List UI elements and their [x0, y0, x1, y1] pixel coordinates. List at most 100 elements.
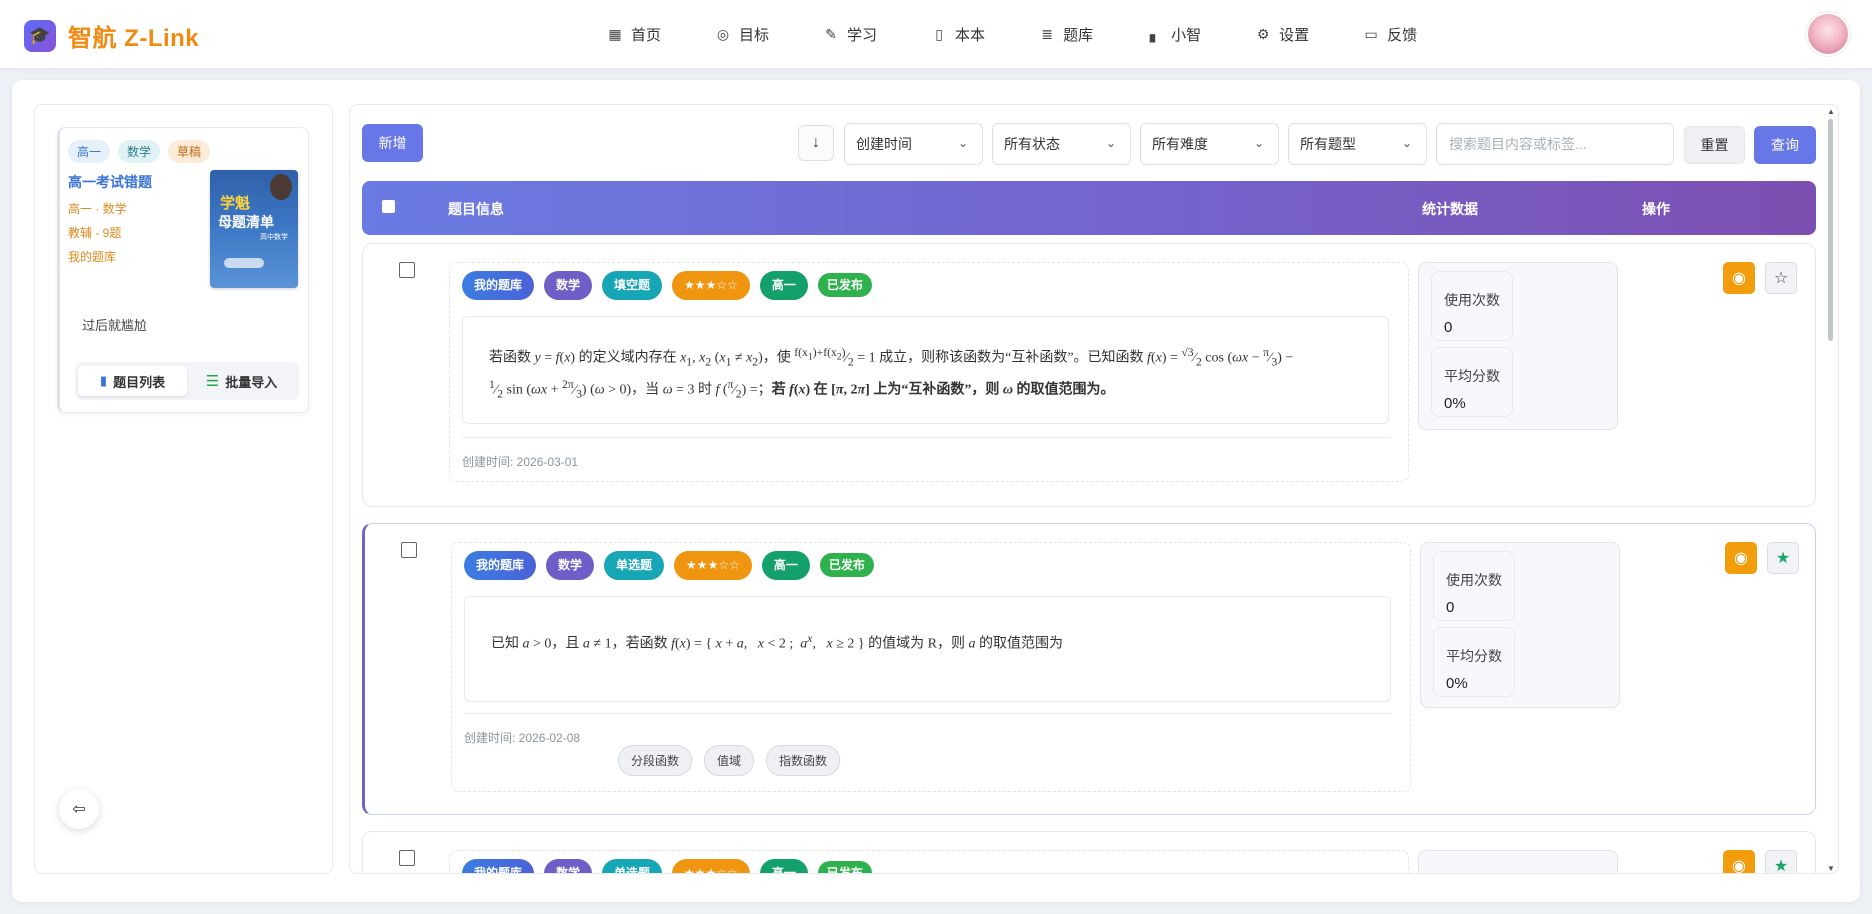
- favorite-button[interactable]: ★: [1767, 542, 1799, 574]
- select-all-checkbox[interactable]: [382, 200, 395, 213]
- view-button[interactable]: ◉: [1723, 850, 1755, 874]
- brand[interactable]: 🎓 智航 Z-Link: [24, 18, 199, 53]
- star-outline-icon: ☆: [1773, 270, 1789, 287]
- question-content: 已知 a > 0，且 a ≠ 1，若函数 f(x) = { x + a, x <…: [464, 596, 1391, 702]
- column-header-info: 题目信息: [448, 201, 504, 217]
- target-icon: ◎: [716, 25, 730, 42]
- stat-value: 0: [1444, 319, 1453, 336]
- select-value: 创建时间: [856, 136, 912, 152]
- add-question-button[interactable]: 新增: [362, 124, 423, 162]
- bank-tag: 我的题库: [462, 271, 535, 300]
- graduation-cap-icon: 🎓: [24, 19, 56, 52]
- grade-tag: 高一: [68, 140, 111, 163]
- tab-question-list[interactable]: ▮ 题目列表: [78, 366, 187, 396]
- grade-tag: 高一: [759, 271, 808, 300]
- nav-label: 目标: [739, 26, 770, 44]
- average-score-stat: 平均分数 0%: [1431, 347, 1513, 417]
- nav-label: 反馈: [1387, 26, 1418, 44]
- scroll-up-icon[interactable]: ▲: [1827, 107, 1835, 116]
- toolbar: 新增 ↓ 创建时间 ⌄ 所有状态 ⌄ 所有难度 ⌄ 所有题型 ⌄ 重置 查询: [362, 123, 1822, 165]
- question-stats: [1418, 850, 1618, 873]
- question-tags: 我的题库 数学 单选题 ★★★☆☆ 高一 已发布: [464, 551, 874, 580]
- search-input[interactable]: [1436, 123, 1674, 165]
- reset-button[interactable]: 重置: [1684, 126, 1745, 164]
- scrollbar-thumb[interactable]: [1828, 119, 1833, 341]
- avatar[interactable]: [1806, 12, 1850, 56]
- chevron-down-icon: ⌄: [1401, 136, 1412, 150]
- row-checkbox[interactable]: [401, 542, 417, 558]
- cover-title: 学魁: [220, 194, 251, 212]
- status-select[interactable]: 所有状态 ⌄: [992, 123, 1131, 165]
- usage-count-stat: 使用次数 0: [1433, 551, 1515, 621]
- notebook-note: 过后就尴尬: [82, 318, 148, 333]
- difficulty-select[interactable]: 所有难度 ⌄: [1140, 123, 1279, 165]
- nav-item-assistant[interactable]: ▖ 小智: [1120, 0, 1228, 68]
- tab-label: 批量导入: [225, 374, 278, 390]
- nav-label: 设置: [1279, 26, 1310, 44]
- question-content: 若函数 y = f(x) 的定义域内存在 x1, x2 (x1 ≠ x2)，使 …: [462, 316, 1389, 424]
- row-checkbox[interactable]: [399, 850, 415, 866]
- tab-batch-import[interactable]: ☰ 批量导入: [187, 366, 296, 396]
- nav-item-home[interactable]: ▦ 首页: [580, 0, 688, 68]
- top-nav-bar: 🎓 智航 Z-Link ▦ 首页 ◎ 目标 ✎ 学习 ▯ 本本 ≣ 题库 ▖ 小智 ⚙ 设置 …: [0, 0, 1872, 68]
- nav-item-settings[interactable]: ⚙ 设置: [1228, 0, 1336, 68]
- arrow-down-icon: ↓: [812, 134, 820, 151]
- column-header-stats: 统计数据: [1422, 201, 1478, 217]
- status-tag: 草稿: [168, 140, 211, 163]
- nav-label: 题库: [1063, 26, 1094, 44]
- type-tag: 单选题: [604, 551, 665, 580]
- notebook-title: 高一考试错题: [68, 174, 152, 190]
- notebook-grade-subject: 高一 · 数学: [68, 202, 127, 216]
- stat-label: 使用次数: [1446, 572, 1502, 588]
- cover-caption: 高中数学: [260, 234, 288, 241]
- question-row[interactable]: 我的题库 数学 单选题 ★★★☆☆ 高一 已发布 已知 a > 0，且 a ≠ …: [362, 523, 1816, 815]
- study-icon: ✎: [825, 25, 837, 42]
- chevron-down-icon: ⌄: [1105, 136, 1116, 150]
- publish-status-tag: 已发布: [817, 273, 872, 297]
- tab-label: 题目列表: [113, 374, 166, 390]
- question-row[interactable]: 我的题库 数学 单选题 ★★★☆☆ 高一 已发布 ◉ ★: [362, 831, 1816, 874]
- knowledge-tag[interactable]: 指数函数: [766, 745, 841, 776]
- knowledge-tag[interactable]: 值域: [704, 745, 755, 776]
- star-filled-icon: ★: [1775, 550, 1791, 567]
- query-button[interactable]: 查询: [1754, 126, 1816, 164]
- nav-item-study[interactable]: ✎ 学习: [796, 0, 904, 68]
- question-row[interactable]: 我的题库 数学 填空题 ★★★☆☆ 高一 已发布 若函数 y = f(x) 的定…: [362, 243, 1816, 507]
- question-stats: 使用次数 0 平均分数 0%: [1420, 542, 1620, 708]
- nav-label: 学习: [847, 26, 878, 44]
- list-scrollbar[interactable]: ▲ ▼: [1824, 105, 1838, 873]
- logout-button[interactable]: ⇦: [59, 789, 99, 829]
- sort-field-select[interactable]: 创建时间 ⌄: [844, 123, 983, 165]
- view-button[interactable]: ◉: [1723, 262, 1755, 294]
- question-info: 我的题库 数学 单选题 ★★★☆☆ 高一 已发布 已知 a > 0，且 a ≠ …: [451, 542, 1411, 792]
- column-header-ops: 操作: [1642, 201, 1670, 217]
- notebook-source: 我的题库: [68, 250, 117, 264]
- notebook-count: 教辅 - 9题: [68, 226, 122, 240]
- notebook-card[interactable]: 高一 数学 草稿 高一考试错题 高一 · 数学 教辅 - 9题 我的题库 学魁 …: [57, 127, 309, 413]
- nav-item-notebook[interactable]: ▯ 本本: [904, 0, 1012, 68]
- row-actions: ◉ ★: [1725, 542, 1799, 574]
- eye-icon: ◉: [1732, 858, 1746, 874]
- difficulty-tag: ★★★☆☆: [672, 271, 750, 300]
- subject-tag: 数学: [546, 551, 595, 580]
- sort-direction-button[interactable]: ↓: [798, 125, 834, 161]
- stat-label: 平均分数: [1444, 368, 1500, 384]
- nav-item-goals[interactable]: ◎ 目标: [688, 0, 796, 68]
- nav-item-feedback[interactable]: ▭ 反馈: [1336, 0, 1444, 68]
- grid-icon: ▦: [608, 25, 622, 42]
- question-type-select[interactable]: 所有题型 ⌄: [1288, 123, 1427, 165]
- nav-item-question-bank[interactable]: ≣ 题库: [1012, 0, 1120, 68]
- book-open-icon: ▮: [99, 373, 108, 388]
- type-tag: 单选题: [602, 859, 663, 873]
- average-score-stat: 平均分数 0%: [1433, 627, 1515, 697]
- knowledge-tag[interactable]: 分段函数: [618, 745, 693, 776]
- scroll-down-icon[interactable]: ▼: [1827, 864, 1835, 873]
- row-checkbox[interactable]: [399, 262, 415, 278]
- favorite-button[interactable]: ★: [1765, 850, 1797, 873]
- favorite-button[interactable]: ☆: [1765, 262, 1797, 294]
- select-value: 所有题型: [1300, 136, 1356, 152]
- view-button[interactable]: ◉: [1725, 542, 1757, 574]
- knowledge-tags: 分段函数 值域 指数函数: [618, 745, 841, 776]
- notebook-tab-group: ▮ 题目列表 ☰ 批量导入: [75, 362, 299, 400]
- created-date: 创建时间: 2026-03-01: [462, 455, 579, 469]
